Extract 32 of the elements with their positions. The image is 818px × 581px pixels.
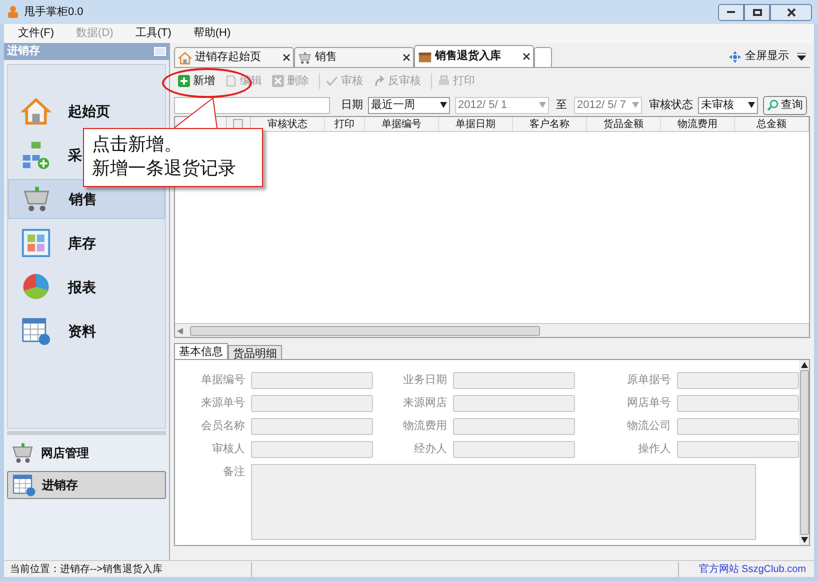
- tab-label: 销售: [315, 50, 337, 66]
- field-label: 业务日期: [402, 373, 447, 388]
- field-label: 审核人: [211, 442, 245, 458]
- section-label: 网店管理: [41, 445, 89, 462]
- field-label: 来源单号: [200, 396, 245, 412]
- status-label: 审核状态: [649, 98, 693, 113]
- field-label: 物流公司: [626, 418, 671, 434]
- sidebar-title: 进销存: [7, 44, 40, 60]
- date-label: 日期: [341, 98, 363, 113]
- field-label: 物流费用: [402, 418, 447, 434]
- field-label: 单据编号: [200, 373, 245, 388]
- field-label: 原单据号: [626, 373, 671, 388]
- section-label: 进销存: [42, 477, 78, 494]
- location-text: 当前位置：进销存-->销售退货入库: [4, 562, 252, 576]
- sidebar-label: 报表: [68, 278, 96, 296]
- sidebar-label: 采: [68, 146, 82, 164]
- field-label: 网店单号: [626, 396, 671, 412]
- tab-label: 销售退货入库: [435, 48, 501, 64]
- callout-text: 新增一条退货记录: [92, 157, 236, 180]
- callout-text: 点击新增。: [92, 133, 182, 156]
- to-label: 至: [556, 98, 567, 113]
- tab-label: 进销存起始页: [195, 50, 261, 66]
- field-label: 备注: [222, 464, 245, 480]
- window-title: 甩手掌柜0.0: [24, 4, 84, 20]
- field-label: 会员名称: [200, 419, 245, 434]
- field-label: 经办人: [413, 442, 447, 458]
- sidebar-label: 库存: [68, 234, 96, 252]
- sidebar-label: 销售: [69, 190, 97, 208]
- sidebar-label: 资料: [68, 322, 96, 340]
- field-label: 来源网店: [402, 396, 447, 412]
- sidebar-label: 起始页: [68, 102, 110, 120]
- field-label: 操作人: [637, 442, 671, 458]
